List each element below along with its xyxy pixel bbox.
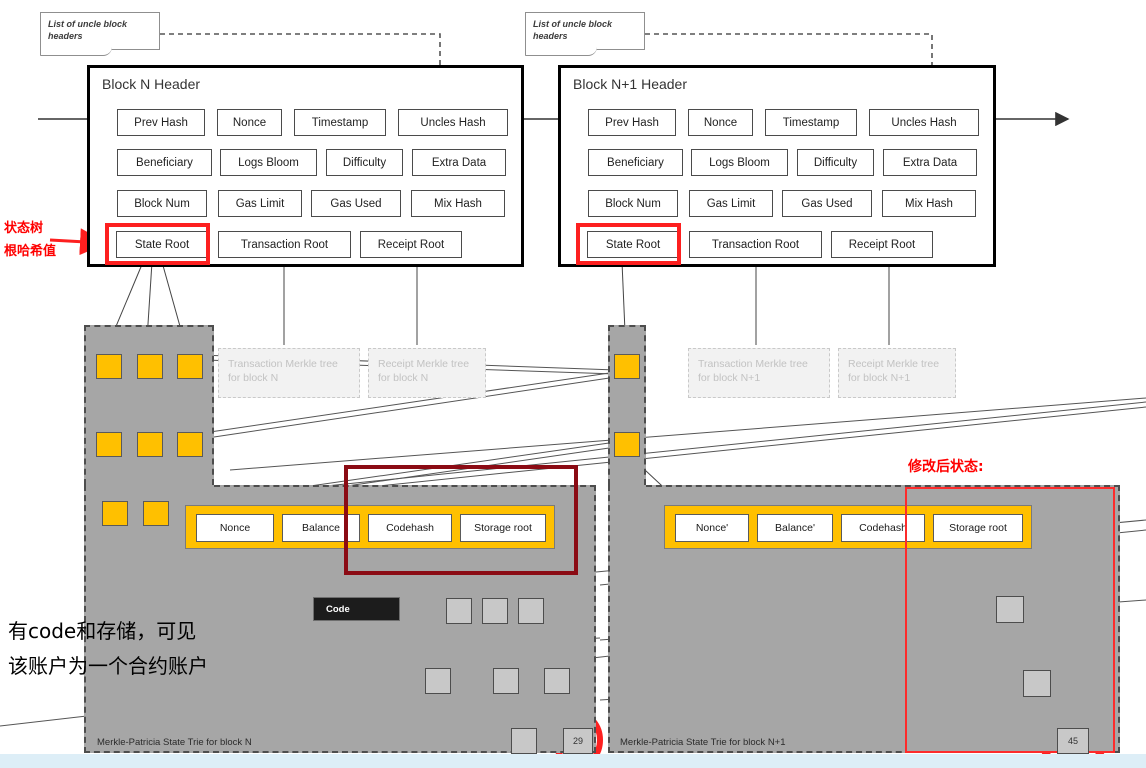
state-root-highlight-n1 bbox=[576, 223, 681, 265]
field-uncles-hash[interactable]: Uncles Hash bbox=[398, 109, 508, 136]
field-gas-limit-n1[interactable]: Gas Limit bbox=[689, 190, 773, 217]
block-n-title: Block N Header bbox=[102, 76, 201, 92]
receipt-merkle-tree-n1: Receipt Merkle tree for block N+1 bbox=[838, 348, 956, 398]
field-prev-hash[interactable]: Prev Hash bbox=[117, 109, 205, 136]
bottom-strip bbox=[0, 754, 1146, 768]
storage-node[interactable] bbox=[511, 728, 537, 754]
contract-account-highlight bbox=[344, 465, 578, 575]
storage-node[interactable] bbox=[446, 598, 472, 624]
trie-node[interactable] bbox=[614, 354, 640, 379]
storage-node[interactable] bbox=[425, 668, 451, 694]
account-slot-balance-n1[interactable]: Balance' bbox=[757, 514, 833, 542]
storage-node-n1[interactable] bbox=[996, 596, 1024, 623]
trie-node[interactable] bbox=[143, 501, 169, 526]
field-extra-data[interactable]: Extra Data bbox=[412, 149, 506, 176]
storage-node[interactable] bbox=[518, 598, 544, 624]
storage-node[interactable] bbox=[493, 668, 519, 694]
trie-label-n1: Merkle-Patricia State Trie for block N+1 bbox=[620, 737, 786, 748]
uncle-note-right: List of uncle block headers bbox=[525, 12, 645, 56]
state-root-annotation-line1: 状态树 bbox=[4, 221, 44, 236]
field-receipt-root-n1[interactable]: Receipt Root bbox=[831, 231, 933, 258]
field-logs-bloom[interactable]: Logs Bloom bbox=[220, 149, 317, 176]
trie-node[interactable] bbox=[137, 432, 163, 457]
account-slot-nonce-n1[interactable]: Nonce' bbox=[675, 514, 749, 542]
state-trie-dash-n-upper bbox=[84, 325, 214, 485]
contract-annotation-line2: 该账户为一个合约账户 bbox=[8, 654, 208, 678]
field-receipt-root[interactable]: Receipt Root bbox=[360, 231, 462, 258]
trie-node[interactable] bbox=[177, 354, 203, 379]
field-transaction-root[interactable]: Transaction Root bbox=[218, 231, 351, 258]
trie-node[interactable] bbox=[137, 354, 163, 379]
field-uncles-hash-n1[interactable]: Uncles Hash bbox=[869, 109, 979, 136]
state-root-annotation-line2: 根哈希值 bbox=[4, 244, 57, 259]
field-logs-bloom-n1[interactable]: Logs Bloom bbox=[691, 149, 788, 176]
storage-node-n1[interactable] bbox=[1023, 670, 1051, 697]
field-difficulty[interactable]: Difficulty bbox=[326, 149, 403, 176]
field-nonce-n1[interactable]: Nonce bbox=[688, 109, 753, 136]
field-mix-hash-n1[interactable]: Mix Hash bbox=[882, 190, 976, 217]
trie-node[interactable] bbox=[614, 432, 640, 457]
state-trie-dash-n1-upper bbox=[608, 325, 646, 485]
state-root-highlight-n bbox=[105, 223, 210, 265]
receipt-merkle-tree-n: Receipt Merkle tree for block N bbox=[368, 348, 486, 398]
contract-annotation-line1: 有code和存储，可见 bbox=[8, 619, 197, 643]
field-block-num[interactable]: Block Num bbox=[117, 190, 207, 217]
field-extra-data-n1[interactable]: Extra Data bbox=[883, 149, 977, 176]
trie-node[interactable] bbox=[177, 432, 203, 457]
field-gas-used-n1[interactable]: Gas Used bbox=[782, 190, 872, 217]
code-box[interactable]: Code bbox=[313, 597, 400, 621]
field-beneficiary-n1[interactable]: Beneficiary bbox=[588, 149, 683, 176]
field-nonce[interactable]: Nonce bbox=[217, 109, 282, 136]
storage-node[interactable] bbox=[482, 598, 508, 624]
tx-merkle-tree-n: Transaction Merkle tree for block N bbox=[218, 348, 360, 398]
field-timestamp-n1[interactable]: Timestamp bbox=[765, 109, 857, 136]
modified-state-annotation: 修改后状态: bbox=[908, 459, 984, 475]
storage-leaf-value-n[interactable]: 29 bbox=[563, 728, 593, 754]
field-mix-hash[interactable]: Mix Hash bbox=[411, 190, 505, 217]
field-difficulty-n1[interactable]: Difficulty bbox=[797, 149, 874, 176]
field-prev-hash-n1[interactable]: Prev Hash bbox=[588, 109, 676, 136]
field-beneficiary[interactable]: Beneficiary bbox=[117, 149, 212, 176]
field-timestamp[interactable]: Timestamp bbox=[294, 109, 386, 136]
block-n1-title: Block N+1 Header bbox=[573, 76, 688, 92]
field-gas-limit[interactable]: Gas Limit bbox=[218, 190, 302, 217]
trie-node[interactable] bbox=[96, 432, 122, 457]
field-block-num-n1[interactable]: Block Num bbox=[588, 190, 678, 217]
field-gas-used[interactable]: Gas Used bbox=[311, 190, 401, 217]
storage-leaf-value-n1[interactable]: 45 bbox=[1057, 728, 1089, 754]
diagram-canvas: List of uncle block headers List of uncl… bbox=[0, 0, 1146, 768]
storage-node[interactable] bbox=[544, 668, 570, 694]
trie-node[interactable] bbox=[102, 501, 128, 526]
uncle-note-left: List of uncle block headers bbox=[40, 12, 160, 56]
tx-merkle-tree-n1: Transaction Merkle tree for block N+1 bbox=[688, 348, 830, 398]
trie-node[interactable] bbox=[96, 354, 122, 379]
field-transaction-root-n1[interactable]: Transaction Root bbox=[689, 231, 822, 258]
account-slot-nonce[interactable]: Nonce bbox=[196, 514, 274, 542]
trie-label-n: Merkle-Patricia State Trie for block N bbox=[97, 737, 252, 748]
